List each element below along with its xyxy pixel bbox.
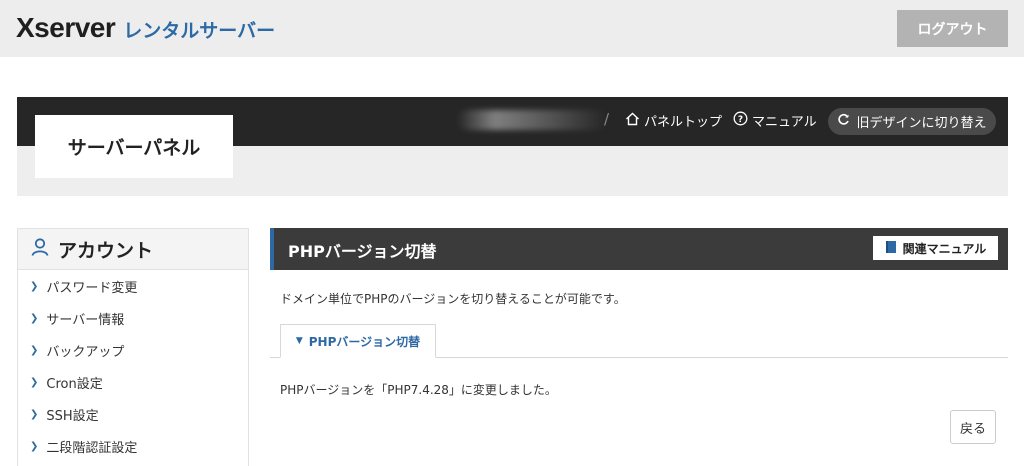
user-icon	[30, 237, 50, 262]
sidebar-item-label: パスワード変更	[46, 280, 138, 296]
question-circle-icon: ?	[733, 111, 748, 130]
logo-sub-text: レンタルサーバー	[123, 20, 276, 42]
related-manual-label: 関連マニュアル	[902, 241, 987, 256]
chevron-right-icon: ❯	[30, 312, 39, 324]
sidebar-heading-label: アカウント	[58, 239, 154, 262]
nav-manual-label: マニュアル	[752, 115, 817, 130]
svg-text:?: ?	[738, 115, 743, 125]
tab-label: PHPバージョン切替	[308, 334, 421, 349]
sidebar-item-label: サーバー情報	[46, 312, 125, 328]
sidebar: アカウント ❯ パスワード変更 ❯ サーバー情報 ❯ バックアップ ❯ Cron設定 ❯…	[17, 228, 249, 466]
sidebar-heading: アカウント	[18, 229, 248, 270]
sidebar-item-cron[interactable]: ❯ Cron設定	[18, 366, 248, 398]
panel-title: サーバーパネル	[35, 115, 233, 178]
chevron-right-icon: ❯	[30, 280, 39, 292]
nav-separator: /	[604, 110, 610, 128]
sidebar-item-label: 二段階認証設定	[46, 440, 138, 456]
old-design-label: 旧デザインに切り替え	[856, 116, 987, 131]
blurred-account-name	[457, 110, 607, 130]
back-button[interactable]: 戻る	[950, 410, 996, 444]
book-icon	[885, 240, 897, 257]
tab-php-version-switch[interactable]: ▼ PHPバージョン切替	[280, 324, 436, 358]
sidebar-item-ssh[interactable]: ❯ SSH設定	[18, 398, 248, 430]
sidebar-list: ❯ パスワード変更 ❯ サーバー情報 ❯ バックアップ ❯ Cron設定 ❯ SSH設定 …	[18, 270, 248, 462]
logout-button[interactable]: ログアウト	[897, 10, 1008, 47]
sidebar-item-label: バックアップ	[46, 344, 125, 360]
chevron-down-icon: ▼	[295, 336, 303, 346]
chevron-right-icon: ❯	[30, 376, 39, 388]
top-bar: Xserver レンタルサーバー ログアウト	[0, 0, 1024, 57]
chevron-right-icon: ❯	[30, 344, 39, 356]
sidebar-item-label: Cron設定	[46, 376, 103, 392]
sidebar-item-password[interactable]: ❯ パスワード変更	[18, 270, 248, 302]
main-title: PHPバージョン切替	[288, 242, 437, 261]
sidebar-item-two-factor[interactable]: ❯ 二段階認証設定	[18, 430, 248, 462]
sidebar-item-backup[interactable]: ❯ バックアップ	[18, 334, 248, 366]
page-description: ドメイン単位でPHPのバージョンを切り替えることが可能です。	[280, 292, 626, 306]
nav-panel-top-label: パネルトップ	[644, 115, 723, 130]
result-message: PHPバージョンを「PHP7.4.28」に変更しました。	[280, 383, 557, 397]
logo[interactable]: Xserver レンタルサーバー	[16, 12, 275, 44]
sidebar-item-server-info[interactable]: ❯ サーバー情報	[18, 302, 248, 334]
main-section-header: PHPバージョン切替 関連マニュアル	[270, 228, 1008, 270]
refresh-icon	[837, 113, 850, 130]
logo-main-text: Xserver	[16, 12, 116, 43]
related-manual-button[interactable]: 関連マニュアル	[873, 236, 998, 260]
nav-manual-link[interactable]: ? マニュアル	[733, 111, 817, 130]
nav-panel-top-link[interactable]: パネルトップ	[625, 111, 722, 130]
panel-header: / パネルトップ ? マニュアル 旧デザインに切り替え サーバーパネル	[17, 97, 1008, 196]
chevron-right-icon: ❯	[30, 440, 39, 452]
home-icon	[625, 112, 640, 130]
chevron-right-icon: ❯	[30, 408, 39, 420]
sidebar-item-label: SSH設定	[46, 408, 99, 424]
old-design-button[interactable]: 旧デザインに切り替え	[828, 108, 996, 135]
